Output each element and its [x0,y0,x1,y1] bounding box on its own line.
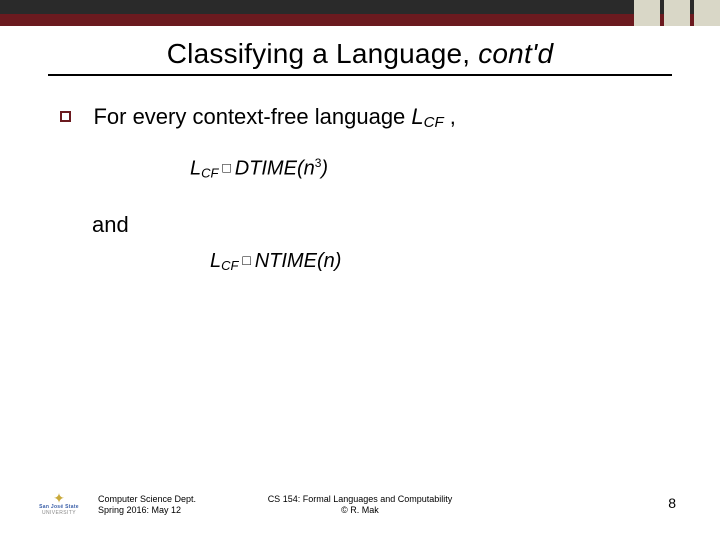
formula-dtime: LCF □ DTIME(n3) [190,156,328,181]
f2-sub: CF [221,258,238,273]
decor-corner-squares [630,0,720,26]
f1-sym: L [190,158,201,180]
f1-open: ( [297,158,304,180]
title-main: Classifying a Language, [167,38,478,69]
footer-center-line2: © R. Mak [0,505,720,516]
page-number: 8 [668,495,676,511]
decor-bar-dark [0,0,720,14]
f2-sym: L [210,250,221,272]
decor-bar-red [0,14,720,26]
f2-rel: □ [238,252,254,268]
f1-class: DTIME [235,158,297,180]
f2-class: NTIME [255,250,317,272]
bullet-lang-sub: CF [424,114,444,131]
f1-var: n [304,158,315,180]
f1-close: ) [321,158,328,180]
bullet-text: For every context-free language LCF , [93,104,455,129]
f1-rel: □ [218,160,234,176]
bullet-lang-sym: L [411,104,423,129]
slide-title: Classifying a Language, cont'd [0,38,720,70]
footer-center-line1: CS 154: Formal Languages and Computabili… [0,494,720,505]
bullet-suffix: , [444,104,456,129]
f2-close: ) [335,250,342,272]
and-label: and [92,212,129,238]
bullet-icon [60,111,71,122]
f2-open: ( [317,250,324,272]
f2-var: n [324,250,335,272]
footer-center: CS 154: Formal Languages and Computabili… [0,494,720,517]
title-italic: cont'd [478,38,553,69]
footer: ✦ San José State UNIVERSITY Computer Sci… [0,482,720,522]
f1-sub: CF [201,166,218,181]
bullet-prefix: For every context-free language [93,104,411,129]
formula-ntime: LCF □ NTIME(n) [210,250,341,273]
title-underline [48,74,672,76]
bullet-line: For every context-free language LCF , [60,104,680,131]
